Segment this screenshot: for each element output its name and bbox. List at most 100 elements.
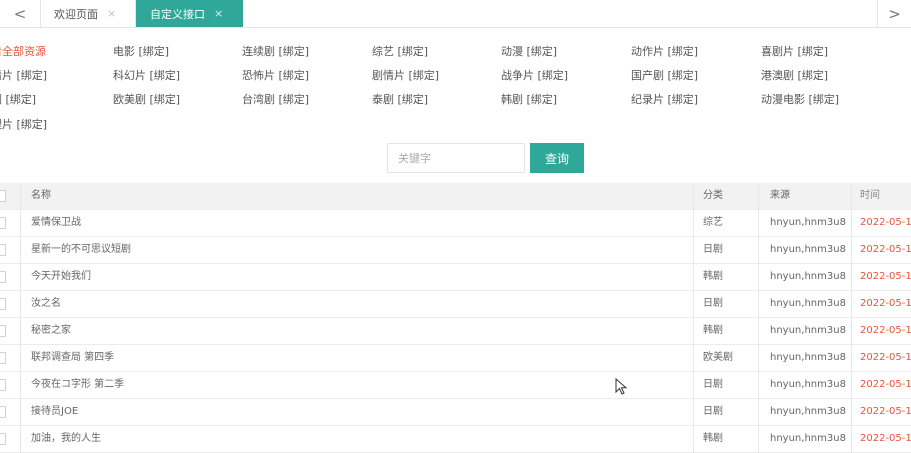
row-select-cell	[0, 291, 10, 317]
row-time: 2022-05-1	[860, 406, 911, 417]
row-checkbox[interactable]	[0, 271, 6, 283]
category-link[interactable]: 韩剧 [绑定]	[501, 91, 557, 107]
column-divider	[20, 264, 21, 291]
search-input[interactable]	[387, 143, 525, 173]
column-divider	[758, 264, 759, 291]
search-button[interactable]: 查询	[530, 143, 584, 173]
table-row[interactable]: 今夜在コ字形 第二季 日剧 hnyun,hnm3u8 2022-05-1	[0, 372, 911, 399]
row-name: 今天开始我们	[31, 271, 91, 282]
row-source: hnyun,hnm3u8	[770, 325, 846, 336]
header-source: 来源	[770, 190, 790, 201]
row-type: 日剧	[703, 298, 723, 309]
category-link[interactable]: 剧 [绑定]	[0, 91, 36, 107]
tab-scroll-right-icon[interactable]: >	[877, 0, 911, 27]
category-link[interactable]: 连续剧 [绑定]	[242, 43, 309, 59]
category-link[interactable]: 国产剧 [绑定]	[631, 67, 698, 83]
column-divider	[693, 210, 694, 237]
column-divider	[693, 345, 694, 372]
tab-bar: < 欢迎页面 × 自定义接口 × >	[0, 0, 911, 28]
tab-custom-interface-close-icon[interactable]: ×	[214, 7, 223, 20]
row-checkbox[interactable]	[0, 379, 6, 391]
table-row[interactable]: 爱情保卫战 综艺 hnyun,hnm3u8 2022-05-1	[0, 210, 911, 237]
column-divider	[851, 318, 852, 345]
row-type: 日剧	[703, 244, 723, 255]
category-link[interactable]: 剧情片 [绑定]	[372, 67, 439, 83]
column-divider	[758, 318, 759, 345]
tab-custom-interface[interactable]: 自定义接口 ×	[136, 0, 243, 27]
row-source: hnyun,hnm3u8	[770, 433, 846, 444]
row-type: 日剧	[703, 379, 723, 390]
row-type: 韩剧	[703, 325, 723, 336]
column-divider	[758, 399, 759, 426]
column-divider	[758, 372, 759, 399]
column-divider	[693, 291, 694, 318]
table-row[interactable]: 加油，我的人生 韩剧 hnyun,hnm3u8 2022-05-1	[0, 426, 911, 453]
column-divider	[851, 183, 852, 210]
tab-welcome[interactable]: 欢迎页面 ×	[40, 0, 136, 27]
category-link[interactable]: 纪录片 [绑定]	[631, 91, 698, 107]
row-type: 日剧	[703, 406, 723, 417]
row-checkbox[interactable]	[0, 244, 6, 256]
row-source: hnyun,hnm3u8	[770, 406, 846, 417]
table-row[interactable]: 今天开始我们 韩剧 hnyun,hnm3u8 2022-05-1	[0, 264, 911, 291]
row-select-cell	[0, 318, 10, 344]
category-link[interactable]: 科幻片 [绑定]	[113, 67, 180, 83]
tab-custom-interface-label: 自定义接口	[150, 7, 205, 21]
row-source: hnyun,hnm3u8	[770, 271, 846, 282]
category-all[interactable]: 看全部资源	[0, 43, 46, 59]
row-source: hnyun,hnm3u8	[770, 244, 846, 255]
table-row[interactable]: 星新一的不可思议短剧 日剧 hnyun,hnm3u8 2022-05-1	[0, 237, 911, 264]
tab-scroll-left-icon[interactable]: <	[0, 0, 41, 27]
row-select-cell	[0, 237, 10, 263]
column-divider	[693, 237, 694, 264]
category-link[interactable]: 战争片 [绑定]	[501, 67, 568, 83]
column-divider	[758, 345, 759, 372]
row-type: 韩剧	[703, 271, 723, 282]
header-name: 名称	[31, 190, 51, 201]
row-time: 2022-05-1	[860, 244, 911, 255]
column-divider	[693, 399, 694, 426]
row-checkbox[interactable]	[0, 406, 6, 418]
category-link[interactable]: 喜剧片 [绑定]	[761, 43, 828, 59]
column-divider	[20, 372, 21, 399]
select-all-cell	[0, 183, 10, 209]
column-divider	[20, 183, 21, 210]
column-divider	[758, 210, 759, 237]
table-row[interactable]: 汝之名 日剧 hnyun,hnm3u8 2022-05-1	[0, 291, 911, 318]
select-all-checkbox[interactable]	[0, 190, 6, 202]
category-link[interactable]: 动作片 [绑定]	[631, 43, 698, 59]
row-time: 2022-05-1	[860, 325, 911, 336]
category-link[interactable]: 理片 [绑定]	[0, 116, 47, 132]
category-link[interactable]: 欧美剧 [绑定]	[113, 91, 180, 107]
column-divider	[693, 183, 694, 210]
column-divider	[20, 237, 21, 264]
category-link[interactable]: 电影 [绑定]	[113, 43, 169, 59]
category-link[interactable]: 动漫 [绑定]	[501, 43, 557, 59]
row-time: 2022-05-1	[860, 298, 911, 309]
category-link[interactable]: 泰剧 [绑定]	[372, 91, 428, 107]
table-row[interactable]: 秘密之家 韩剧 hnyun,hnm3u8 2022-05-1	[0, 318, 911, 345]
column-divider	[851, 291, 852, 318]
category-link[interactable]: 综艺 [绑定]	[372, 43, 428, 59]
row-name: 星新一的不可思议短剧	[31, 244, 131, 255]
row-checkbox[interactable]	[0, 352, 6, 364]
row-checkbox[interactable]	[0, 433, 6, 445]
column-divider	[20, 399, 21, 426]
column-divider	[693, 264, 694, 291]
category-link[interactable]: 情片 [绑定]	[0, 67, 47, 83]
category-link[interactable]: 恐怖片 [绑定]	[242, 67, 309, 83]
column-divider	[693, 372, 694, 399]
category-link[interactable]: 动漫电影 [绑定]	[761, 91, 839, 107]
header-type: 分类	[703, 190, 723, 201]
row-checkbox[interactable]	[0, 325, 6, 337]
header-time: 时间	[860, 190, 880, 201]
table-row[interactable]: 接待员JOE 日剧 hnyun,hnm3u8 2022-05-1	[0, 399, 911, 426]
row-checkbox[interactable]	[0, 217, 6, 229]
tab-welcome-close-icon[interactable]: ×	[107, 7, 116, 20]
category-link[interactable]: 台湾剧 [绑定]	[242, 91, 309, 107]
row-checkbox[interactable]	[0, 298, 6, 310]
category-link[interactable]: 港澳剧 [绑定]	[761, 67, 828, 83]
column-divider	[693, 318, 694, 345]
column-divider	[20, 318, 21, 345]
table-row[interactable]: 联邦调查局 第四季 欧美剧 hnyun,hnm3u8 2022-05-1	[0, 345, 911, 372]
